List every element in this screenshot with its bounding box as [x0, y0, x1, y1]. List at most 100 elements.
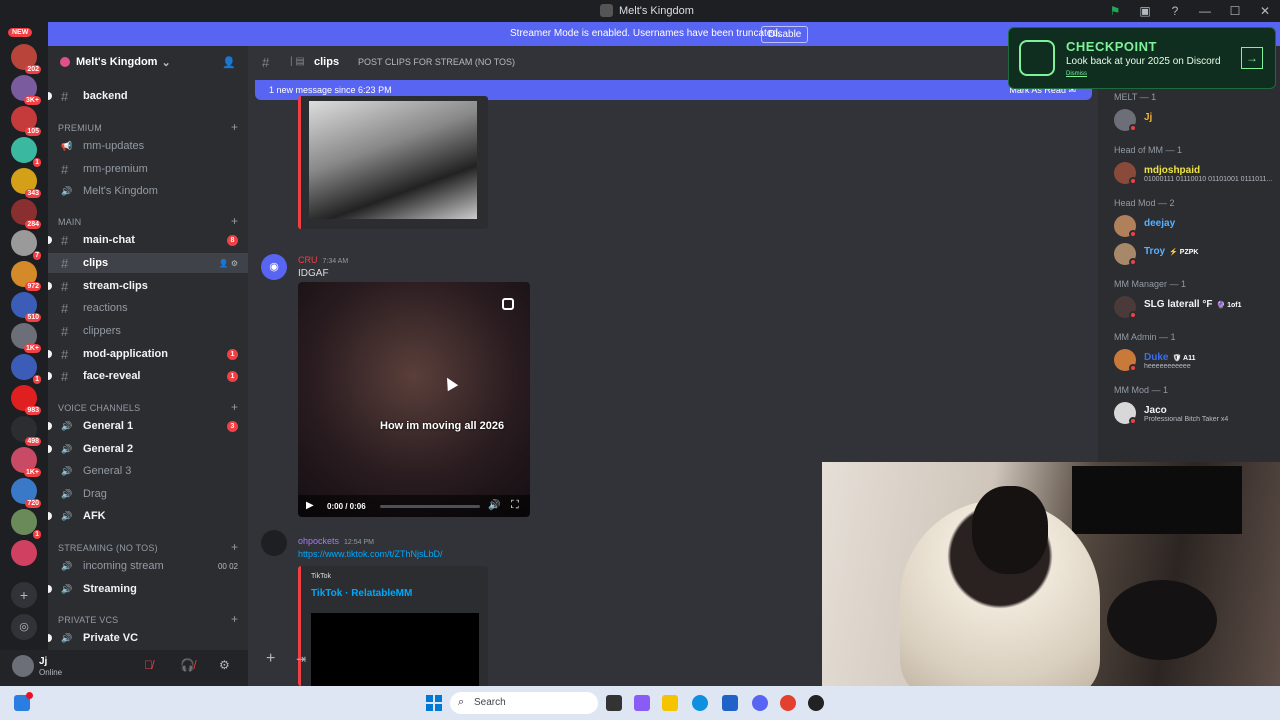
server-icon[interactable]: 983 — [11, 385, 41, 415]
video-player[interactable]: How im moving all 2026 ▶ 0:00 / 0:06 🔊 ⛶ — [298, 282, 530, 517]
message-author[interactable]: ohpockets — [298, 536, 339, 546]
disable-button[interactable]: Disable — [761, 26, 809, 43]
guild-header[interactable]: Melt's Kingdom ⌄ 👤 — [48, 46, 248, 78]
member-group-title: MELT — 1 — [1114, 92, 1157, 102]
member-item[interactable]: Duke 🛡 A11 heeeeeeeeeee — [1114, 349, 1280, 373]
checkpoint-dismiss[interactable]: Dismiss — [1066, 71, 1087, 77]
embed-title[interactable]: TikTok · RelatableMM — [311, 588, 412, 599]
server-icon[interactable]: 1 — [11, 509, 41, 539]
add-server-button[interactable]: + — [11, 582, 37, 608]
arrow-right-icon[interactable]: → — [1241, 47, 1263, 69]
channel-item[interactable]: 🔊 General 3 — [48, 461, 248, 481]
channel-item[interactable]: # backend — [48, 86, 248, 106]
store-icon[interactable] — [722, 695, 738, 711]
add-friend-icon[interactable]: 👤 — [222, 56, 236, 69]
server-icon[interactable]: 510 — [11, 292, 41, 322]
minimize-button[interactable]: — — [1190, 4, 1220, 18]
taskbar-search[interactable]: ⌕ Search — [450, 692, 598, 714]
channel-item[interactable]: # mod-application 1 — [48, 344, 248, 364]
server-icon[interactable]: 7 — [11, 230, 41, 260]
channel-category[interactable]: MAIN — [58, 217, 81, 227]
channel-item[interactable]: # reactions — [48, 298, 248, 318]
server-icon[interactable]: 1K+ — [11, 323, 41, 353]
channel-item[interactable]: 🔊 Private VC — [48, 628, 248, 648]
server-icon[interactable]: 284 — [11, 199, 41, 229]
fullscreen-icon[interactable]: ⛶ — [511, 499, 519, 512]
window-title-text: Melt's Kingdom — [619, 4, 694, 17]
close-button[interactable]: ✕ — [1250, 4, 1280, 18]
embed-image[interactable] — [309, 101, 477, 219]
channel-category[interactable]: PRIVATE VCS — [58, 615, 118, 625]
server-icon[interactable]: 105 — [11, 106, 41, 136]
help-icon[interactable]: ? — [1160, 4, 1190, 18]
server-icon[interactable]: 1 — [11, 137, 41, 167]
server-icon[interactable]: 1K+ — [11, 447, 41, 477]
arrow-icon[interactable]: ⇥ — [296, 652, 306, 666]
chrome-icon[interactable] — [780, 695, 796, 711]
avatar[interactable] — [261, 530, 287, 556]
member-item[interactable]: SLG laterall °F 🔮 1of1 — [1114, 296, 1280, 320]
create-channel-icon[interactable]: + — [231, 120, 238, 134]
channel-item[interactable]: 🔊 General 1 3 — [48, 416, 248, 436]
channel-item[interactable]: 🔊 incoming stream 00 02 — [48, 556, 248, 576]
avatar[interactable] — [12, 655, 34, 677]
channel-item[interactable]: # main-chat 8 — [48, 230, 248, 250]
create-channel-icon[interactable]: + — [231, 214, 238, 228]
avatar[interactable]: ◉ — [261, 254, 287, 280]
inbox-icon[interactable]: ▣ — [1130, 4, 1160, 18]
member-item[interactable]: Troy ⚡ PZPK — [1114, 243, 1280, 267]
gear-icon[interactable]: ⚙ — [219, 658, 230, 672]
server-icon[interactable]: 720 — [11, 478, 41, 508]
deafen-icon[interactable]: 🎧̸ — [180, 658, 195, 672]
flag-icon[interactable]: ⚑ — [1100, 4, 1130, 18]
member-item[interactable]: Jj — [1114, 109, 1280, 133]
channel-category[interactable]: VOICE CHANNELS — [58, 403, 140, 413]
file-explorer-icon[interactable] — [662, 695, 678, 711]
channel-item[interactable]: # stream-clips — [48, 276, 248, 296]
channel-item[interactable]: # clips 👤 ⚙ — [48, 253, 248, 273]
message-author[interactable]: CRU — [298, 255, 318, 265]
channel-category[interactable]: STREAMING (NO TOS) — [58, 543, 158, 553]
server-icon[interactable] — [11, 540, 37, 566]
channel-item[interactable]: 🔊 Streaming — [48, 579, 248, 599]
mute-icon[interactable]: 🎙̸ — [144, 658, 153, 672]
server-icon[interactable]: 1 — [11, 354, 41, 384]
server-icon[interactable]: 343 — [11, 168, 41, 198]
member-item[interactable]: mdjoshpaid 01000111 01110010 01101001 011… — [1114, 162, 1280, 186]
message-link[interactable]: https://www.tiktok.com/t/ZThNjsLbD/ — [298, 549, 443, 559]
channel-topic[interactable]: POST CLIPS FOR STREAM (NO TOS) — [358, 57, 515, 67]
create-channel-icon[interactable]: + — [231, 540, 238, 554]
server-icon[interactable]: 3K+ — [11, 75, 41, 105]
app-icon[interactable] — [808, 695, 824, 711]
play-icon[interactable]: ▶ — [306, 500, 314, 511]
channel-item[interactable]: # face-reveal 1 — [48, 366, 248, 386]
channel-item[interactable]: 🔊 General 2 — [48, 439, 248, 459]
server-icon[interactable]: 202 — [11, 44, 41, 74]
edge-icon[interactable] — [692, 695, 708, 711]
member-item[interactable]: deejay — [1114, 215, 1280, 239]
channel-item[interactable]: 📢 mm-updates — [48, 136, 248, 156]
compass-icon[interactable]: ◎ — [11, 614, 37, 640]
add-attachment-button[interactable]: + — [266, 650, 275, 668]
copilot-icon[interactable] — [634, 695, 650, 711]
create-channel-icon[interactable]: + — [231, 400, 238, 414]
channel-category[interactable]: PREMIUM — [58, 123, 102, 133]
channel-item[interactable]: 🔊 AFK — [48, 506, 248, 526]
create-channel-icon[interactable]: + — [231, 612, 238, 626]
channel-item[interactable]: # clippers — [48, 321, 248, 341]
server-icon[interactable]: 498 — [11, 416, 41, 446]
discord-icon[interactable] — [752, 695, 768, 711]
channel-item[interactable]: 🔊 Drag — [48, 484, 248, 504]
volume-icon[interactable]: 🔊 — [488, 500, 500, 511]
maximize-button[interactable]: ☐ — [1220, 4, 1250, 18]
channel-item[interactable]: # mm-premium — [48, 159, 248, 179]
member-item[interactable]: Jaco Professional Bitch Taker x4 — [1114, 402, 1280, 426]
channel-settings-icon[interactable]: 👤 ⚙ — [219, 259, 238, 268]
checkpoint-promo[interactable]: CHECKPOINT Look back at your 2025 on Dis… — [1008, 27, 1276, 89]
server-icon[interactable]: 972 — [11, 261, 41, 291]
task-view-icon[interactable] — [606, 695, 622, 711]
channel-item[interactable]: 🔊 Melt's Kingdom — [48, 181, 248, 201]
video-progress-bar[interactable] — [380, 505, 480, 508]
windows-start-icon[interactable] — [426, 695, 442, 711]
widgets-icon[interactable] — [14, 692, 33, 711]
